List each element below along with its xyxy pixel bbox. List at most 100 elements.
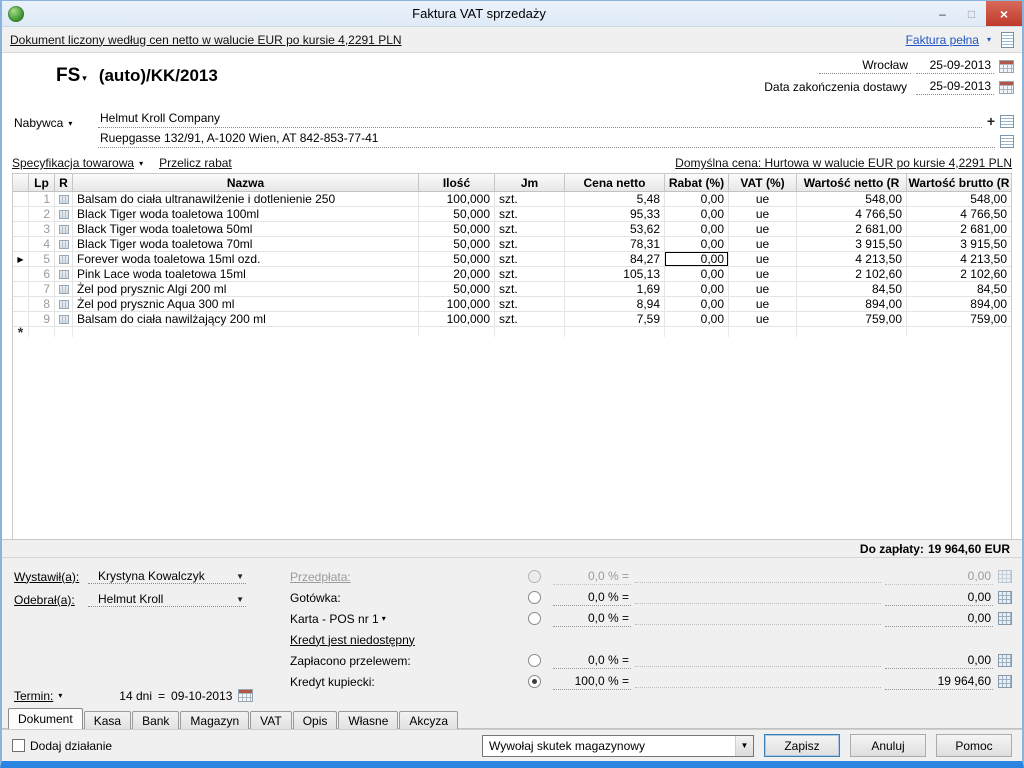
cell-price[interactable]: 7,59: [565, 312, 665, 326]
add-action-checkbox[interactable]: [12, 739, 25, 752]
cell-net[interactable]: 759,00: [797, 312, 907, 326]
cell-unit[interactable]: szt.: [495, 312, 565, 326]
payment-radio[interactable]: [528, 675, 541, 688]
issuer-label[interactable]: Wystawił(a):: [14, 570, 88, 584]
percent-field[interactable]: 0,0 % =: [553, 653, 631, 669]
new-row[interactable]: *: [13, 327, 1011, 337]
cell-vat[interactable]: ue: [729, 207, 797, 221]
term-selector[interactable]: Termin: ▾: [14, 689, 106, 703]
cell-lp[interactable]: 6: [29, 267, 55, 281]
cell-price[interactable]: 5,48: [565, 192, 665, 206]
payment-label[interactable]: Kredyt kupiecki:: [290, 675, 375, 689]
tab-dokument[interactable]: Dokument: [8, 708, 83, 729]
doc-type-link[interactable]: Faktura pełna: [906, 33, 979, 47]
list-icon[interactable]: [1000, 115, 1014, 128]
add-icon[interactable]: +: [987, 115, 995, 128]
cell-gross[interactable]: 3 915,50: [907, 237, 1011, 251]
cell-gross[interactable]: 894,00: [907, 297, 1011, 311]
cell-qty[interactable]: 100,000: [419, 297, 495, 311]
calendar-icon[interactable]: [999, 60, 1014, 73]
cell-discount[interactable]: 0,00: [665, 252, 729, 266]
col-discount[interactable]: Rabat (%): [665, 174, 729, 191]
cell-vat[interactable]: ue: [729, 252, 797, 266]
tab-vat[interactable]: VAT: [250, 711, 292, 729]
save-button[interactable]: Zapisz: [764, 734, 840, 757]
cell-vat[interactable]: ue: [729, 222, 797, 236]
cell-gross[interactable]: 4 213,50: [907, 252, 1011, 266]
buyer-selector[interactable]: Nabywca ▾: [14, 116, 72, 130]
minimize-button[interactable]: –: [928, 1, 957, 26]
cell-unit[interactable]: szt.: [495, 252, 565, 266]
cell-qty[interactable]: 50,000: [419, 282, 495, 296]
cell-unit[interactable]: szt.: [495, 192, 565, 206]
receiver-label[interactable]: Odebrał(a):: [14, 593, 88, 607]
cell-lp[interactable]: 8: [29, 297, 55, 311]
cell-price[interactable]: 8,94: [565, 297, 665, 311]
cell-gross[interactable]: 2 102,60: [907, 267, 1011, 281]
cell-qty[interactable]: 50,000: [419, 252, 495, 266]
cell-net[interactable]: 3 915,50: [797, 237, 907, 251]
term-date-field[interactable]: 09-10-2013: [171, 689, 232, 703]
amount-field[interactable]: 0,00: [885, 653, 993, 669]
table-row[interactable]: 1Balsam do ciała ultranawilżenie i dotle…: [13, 192, 1011, 207]
payment-radio[interactable]: [528, 654, 541, 667]
col-name[interactable]: Nazwa: [73, 174, 419, 191]
cell-name[interactable]: Żel pod prysznic Aqua 300 ml: [73, 297, 419, 311]
cell-name[interactable]: Black Tiger woda toaletowa 70ml: [73, 237, 419, 251]
cell-name[interactable]: Balsam do ciała ultranawilżenie i dotlen…: [73, 192, 419, 206]
cell-net[interactable]: 84,50: [797, 282, 907, 296]
table-row[interactable]: 4Black Tiger woda toaletowa 70ml50,000sz…: [13, 237, 1011, 252]
cell-name[interactable]: Balsam do ciała nawilżający 200 ml: [73, 312, 419, 326]
cell-vat[interactable]: ue: [729, 192, 797, 206]
cell-discount[interactable]: 0,00: [665, 312, 729, 326]
cell-price[interactable]: 78,31: [565, 237, 665, 251]
cell-unit[interactable]: szt.: [495, 297, 565, 311]
cell-name[interactable]: Black Tiger woda toaletowa 50ml: [73, 222, 419, 236]
table-row[interactable]: 9 Balsam do ciała nawilżający 200 ml100,0…: [13, 312, 1011, 327]
payment-label[interactable]: Gotówka:: [290, 591, 341, 605]
cell-vat[interactable]: ue: [729, 237, 797, 251]
cancel-button[interactable]: Anuluj: [850, 734, 926, 757]
doc-symbol[interactable]: FS: [56, 65, 80, 87]
chevron-down-icon[interactable]: ▼: [735, 736, 753, 756]
cell-qty[interactable]: 100,000: [419, 312, 495, 326]
amount-field[interactable]: 0,00: [885, 611, 993, 627]
recalc-discount-link[interactable]: Przelicz rabat: [159, 156, 232, 170]
cell-price[interactable]: 105,13: [565, 267, 665, 281]
payment-radio[interactable]: [528, 612, 541, 625]
percent-field[interactable]: 0,0 % =: [553, 569, 631, 585]
cell-net[interactable]: 2 102,60: [797, 267, 907, 281]
close-button[interactable]: ×: [986, 1, 1022, 26]
payment-label[interactable]: Kredyt jest niedostępny: [290, 633, 415, 647]
cell-net[interactable]: 4 766,50: [797, 207, 907, 221]
cell-net[interactable]: 4 213,50: [797, 252, 907, 266]
app-icon[interactable]: [8, 6, 24, 22]
col-unit[interactable]: Jm: [495, 174, 565, 191]
issuer-combo[interactable]: Krystyna Kowalczyk ▼: [88, 569, 246, 584]
cell-discount[interactable]: 0,00: [665, 222, 729, 236]
cell-vat[interactable]: ue: [729, 282, 797, 296]
cell-gross[interactable]: 759,00: [907, 312, 1011, 326]
col-vat[interactable]: VAT (%): [729, 174, 797, 191]
cell-lp[interactable]: 9: [29, 312, 55, 326]
tab-kasa[interactable]: Kasa: [84, 711, 131, 729]
table-row[interactable]: 8 Żel pod prysznic Aqua 300 ml100,000szt.…: [13, 297, 1011, 312]
receiver-combo[interactable]: Helmut Kroll ▼: [88, 592, 246, 607]
col-qty[interactable]: Ilość: [419, 174, 495, 191]
buyer-name-field[interactable]: Helmut Kroll Company: [98, 110, 982, 128]
default-price-link[interactable]: Domyślna cena: Hurtowa w walucie EUR po …: [675, 156, 1012, 170]
cell-gross[interactable]: 84,50: [907, 282, 1011, 296]
city-field[interactable]: Wrocław: [819, 58, 911, 74]
payment-radio[interactable]: [528, 591, 541, 604]
cell-vat[interactable]: ue: [729, 267, 797, 281]
maximize-button[interactable]: □: [957, 1, 986, 26]
cell-lp[interactable]: 3: [29, 222, 55, 236]
col-r[interactable]: R: [55, 174, 73, 191]
percent-field[interactable]: 100,0 % =: [553, 674, 631, 690]
cell-net[interactable]: 2 681,00: [797, 222, 907, 236]
calculator-icon[interactable]: [998, 591, 1012, 604]
cell-price[interactable]: 95,33: [565, 207, 665, 221]
delivery-date-field[interactable]: 25-09-2013: [916, 79, 994, 95]
payment-label[interactable]: Zapłacono przelewem:: [290, 654, 411, 668]
tab-bank[interactable]: Bank: [132, 711, 179, 729]
